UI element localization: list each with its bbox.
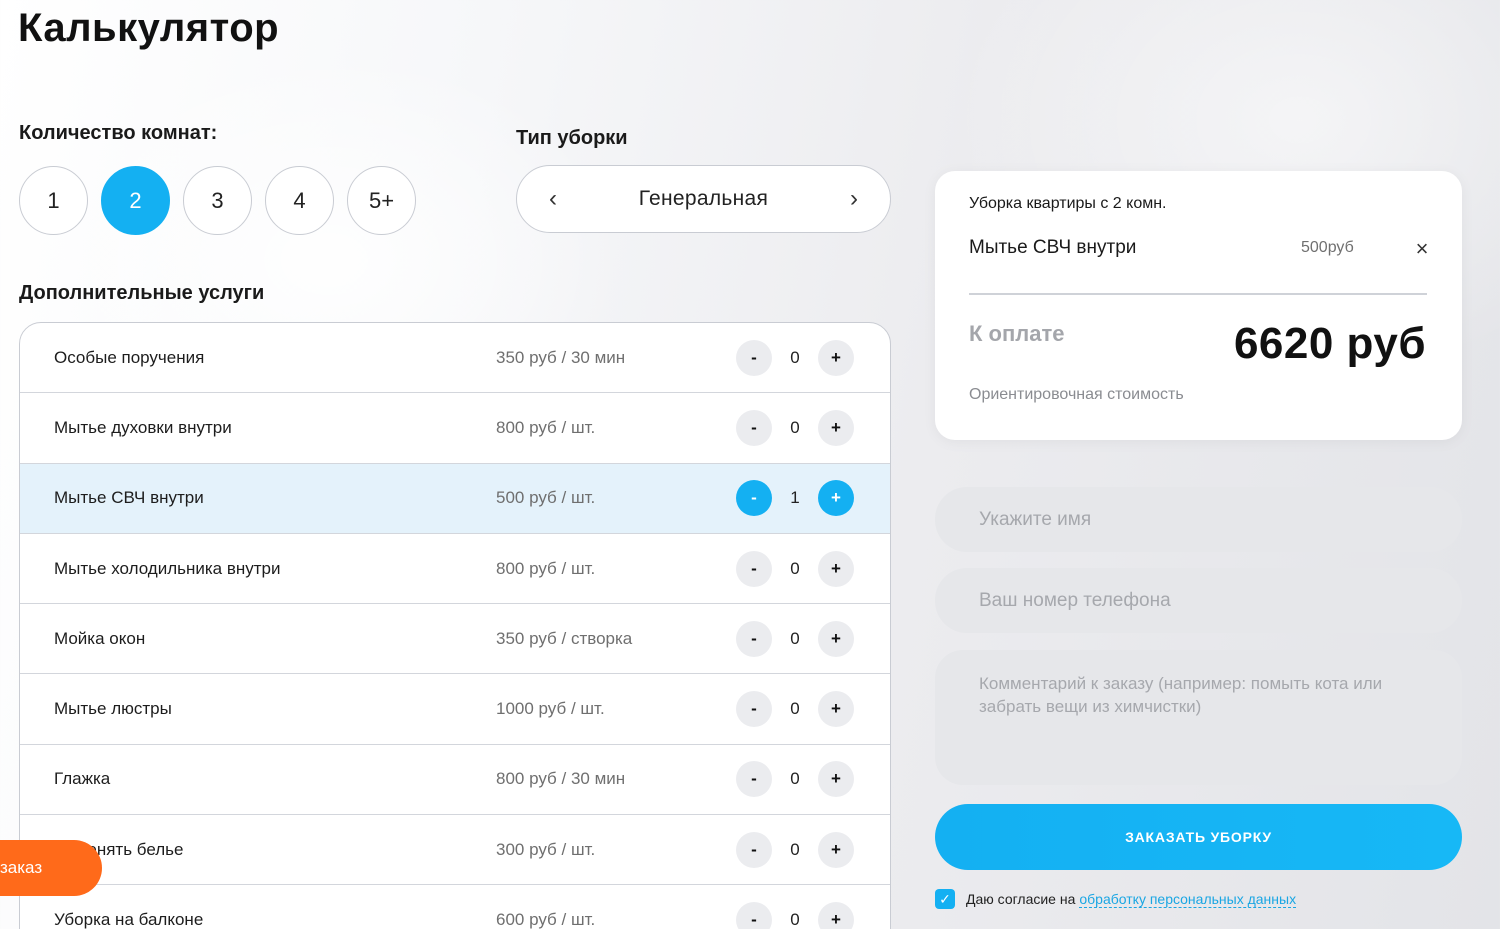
- service-row-selected: Мытье СВЧ внутри 500 руб / шт. - 1 +: [20, 463, 890, 534]
- quantity-value: 0: [790, 769, 800, 789]
- quantity-value: 1: [790, 488, 800, 508]
- service-name: Мытье духовки внутри: [54, 417, 232, 437]
- decrement-button[interactable]: -: [736, 831, 772, 868]
- quantity-value: 0: [790, 910, 800, 929]
- service-price: 300 руб / шт.: [496, 839, 596, 859]
- service-price: 500 руб / шт.: [496, 488, 596, 508]
- service-price: 1000 руб / шт.: [496, 699, 605, 719]
- quantity-value: 0: [790, 628, 800, 648]
- consent-text: Даю согласие на: [966, 891, 1076, 907]
- summary-item-price: 500руб: [1301, 239, 1354, 256]
- quantity-value: 0: [790, 417, 800, 437]
- service-price: 600 руб / шт.: [496, 910, 596, 929]
- increment-button[interactable]: +: [818, 831, 854, 868]
- increment-button[interactable]: +: [818, 480, 854, 517]
- estimate-note: Ориентировочная стоимость: [969, 386, 1184, 403]
- quantity-stepper: - 0 +: [736, 902, 854, 929]
- room-option-3[interactable]: 3: [183, 166, 252, 235]
- rooms-label: Количество комнат:: [19, 122, 218, 144]
- service-row: Поменять белье 300 руб / шт. - 0 +: [20, 815, 890, 886]
- privacy-policy-link[interactable]: обработку персональных данных: [1079, 891, 1297, 908]
- service-name: Глажка: [54, 769, 111, 789]
- cleaning-type-value: Генеральная: [638, 187, 769, 210]
- quantity-stepper: - 0 +: [736, 620, 854, 657]
- decrement-button[interactable]: -: [736, 480, 772, 517]
- decrement-button[interactable]: -: [736, 409, 772, 446]
- service-name: Мытье холодильника внутри: [54, 558, 281, 578]
- increment-button[interactable]: +: [818, 339, 854, 376]
- increment-button[interactable]: +: [818, 761, 854, 798]
- summary-item-name: Мытье СВЧ внутри: [969, 237, 1137, 258]
- room-option-5plus[interactable]: 5+: [347, 166, 416, 235]
- extras-label: Дополнительные услуги: [19, 282, 265, 304]
- quantity-value: 0: [790, 699, 800, 719]
- consent-row: ✓ Даю согласие на обработку персональных…: [935, 889, 1297, 909]
- room-option-1[interactable]: 1: [19, 166, 88, 235]
- service-name: Мойка окон: [54, 628, 146, 648]
- increment-button[interactable]: +: [818, 691, 854, 728]
- pay-label: К оплате: [969, 321, 1065, 346]
- quantity-stepper: - 0 +: [736, 831, 854, 868]
- service-row: Мытье холодильника внутри 800 руб / шт. …: [20, 534, 890, 605]
- decrement-button[interactable]: -: [736, 550, 772, 587]
- decrement-button[interactable]: -: [736, 761, 772, 798]
- service-price: 350 руб / створка: [496, 628, 633, 648]
- phone-input[interactable]: [935, 568, 1462, 633]
- comment-textarea[interactable]: [935, 650, 1462, 785]
- order-cleaning-button[interactable]: ЗАКАЗАТЬ УБОРКУ: [935, 804, 1462, 870]
- service-price: 800 руб / шт.: [496, 417, 596, 437]
- summary-divider: [969, 293, 1427, 295]
- chevron-right-icon[interactable]: ›: [844, 185, 864, 213]
- quantity-value: 0: [790, 558, 800, 578]
- rooms-selector: 1 2 3 4 5+: [19, 166, 416, 235]
- increment-button[interactable]: +: [818, 620, 854, 657]
- quantity-value: 0: [790, 347, 800, 367]
- quantity-stepper: - 0 +: [736, 761, 854, 798]
- quantity-stepper: - 0 +: [736, 409, 854, 446]
- service-row: Уборка на балконе 600 руб / шт. - 0 +: [20, 885, 890, 929]
- name-input[interactable]: [935, 487, 1462, 552]
- service-name: Особые поручения: [54, 347, 205, 367]
- total-price: 6620 руб: [1233, 319, 1426, 368]
- service-name: Мытье люстры: [54, 699, 172, 719]
- room-option-4[interactable]: 4: [265, 166, 334, 235]
- service-price: 350 руб / 30 мин: [496, 347, 626, 367]
- close-icon[interactable]: ×: [1410, 237, 1434, 261]
- service-price: 800 руб / шт.: [496, 558, 596, 578]
- decrement-button[interactable]: -: [736, 691, 772, 728]
- cleaning-type-selector: ‹ Генеральная ›: [516, 165, 891, 233]
- increment-button[interactable]: +: [818, 409, 854, 446]
- quantity-value: 0: [790, 839, 800, 859]
- order-summary-card: Уборка квартиры с 2 комн. Мытье СВЧ внут…: [935, 171, 1462, 440]
- chevron-left-icon[interactable]: ‹: [543, 185, 563, 213]
- quantity-stepper: - 1 +: [736, 480, 854, 517]
- service-price: 800 руб / 30 мин: [496, 769, 626, 789]
- cleaning-type-label: Тип уборки: [516, 127, 628, 149]
- service-name: Уборка на балконе: [54, 910, 204, 929]
- consent-checkbox[interactable]: ✓: [935, 889, 955, 909]
- increment-button[interactable]: +: [818, 902, 854, 929]
- quantity-stepper: - 0 +: [736, 339, 854, 376]
- service-row: Мытье люстры 1000 руб / шт. - 0 +: [20, 674, 890, 745]
- increment-button[interactable]: +: [818, 550, 854, 587]
- page-title: Калькулятор: [18, 6, 280, 50]
- room-option-2[interactable]: 2: [101, 166, 170, 235]
- decrement-button[interactable]: -: [736, 339, 772, 376]
- service-row: Особые поручения 350 руб / 30 мин - 0 +: [20, 323, 890, 394]
- service-row: Мытье духовки внутри 800 руб / шт. - 0 +: [20, 393, 890, 464]
- check-icon: ✓: [939, 890, 951, 907]
- quantity-stepper: - 0 +: [736, 550, 854, 587]
- decrement-button[interactable]: -: [736, 902, 772, 929]
- extras-list: Особые поручения 350 руб / 30 мин - 0 + …: [19, 322, 891, 929]
- quantity-stepper: - 0 +: [736, 691, 854, 728]
- summary-title: Уборка квартиры с 2 комн.: [969, 195, 1167, 212]
- service-row: Мойка окон 350 руб / створка - 0 +: [20, 604, 890, 675]
- service-name: Мытье СВЧ внутри: [54, 488, 204, 508]
- floating-order-button[interactable]: заказ: [0, 840, 102, 896]
- service-row: Глажка 800 руб / 30 мин - 0 +: [20, 745, 890, 816]
- decrement-button[interactable]: -: [736, 620, 772, 657]
